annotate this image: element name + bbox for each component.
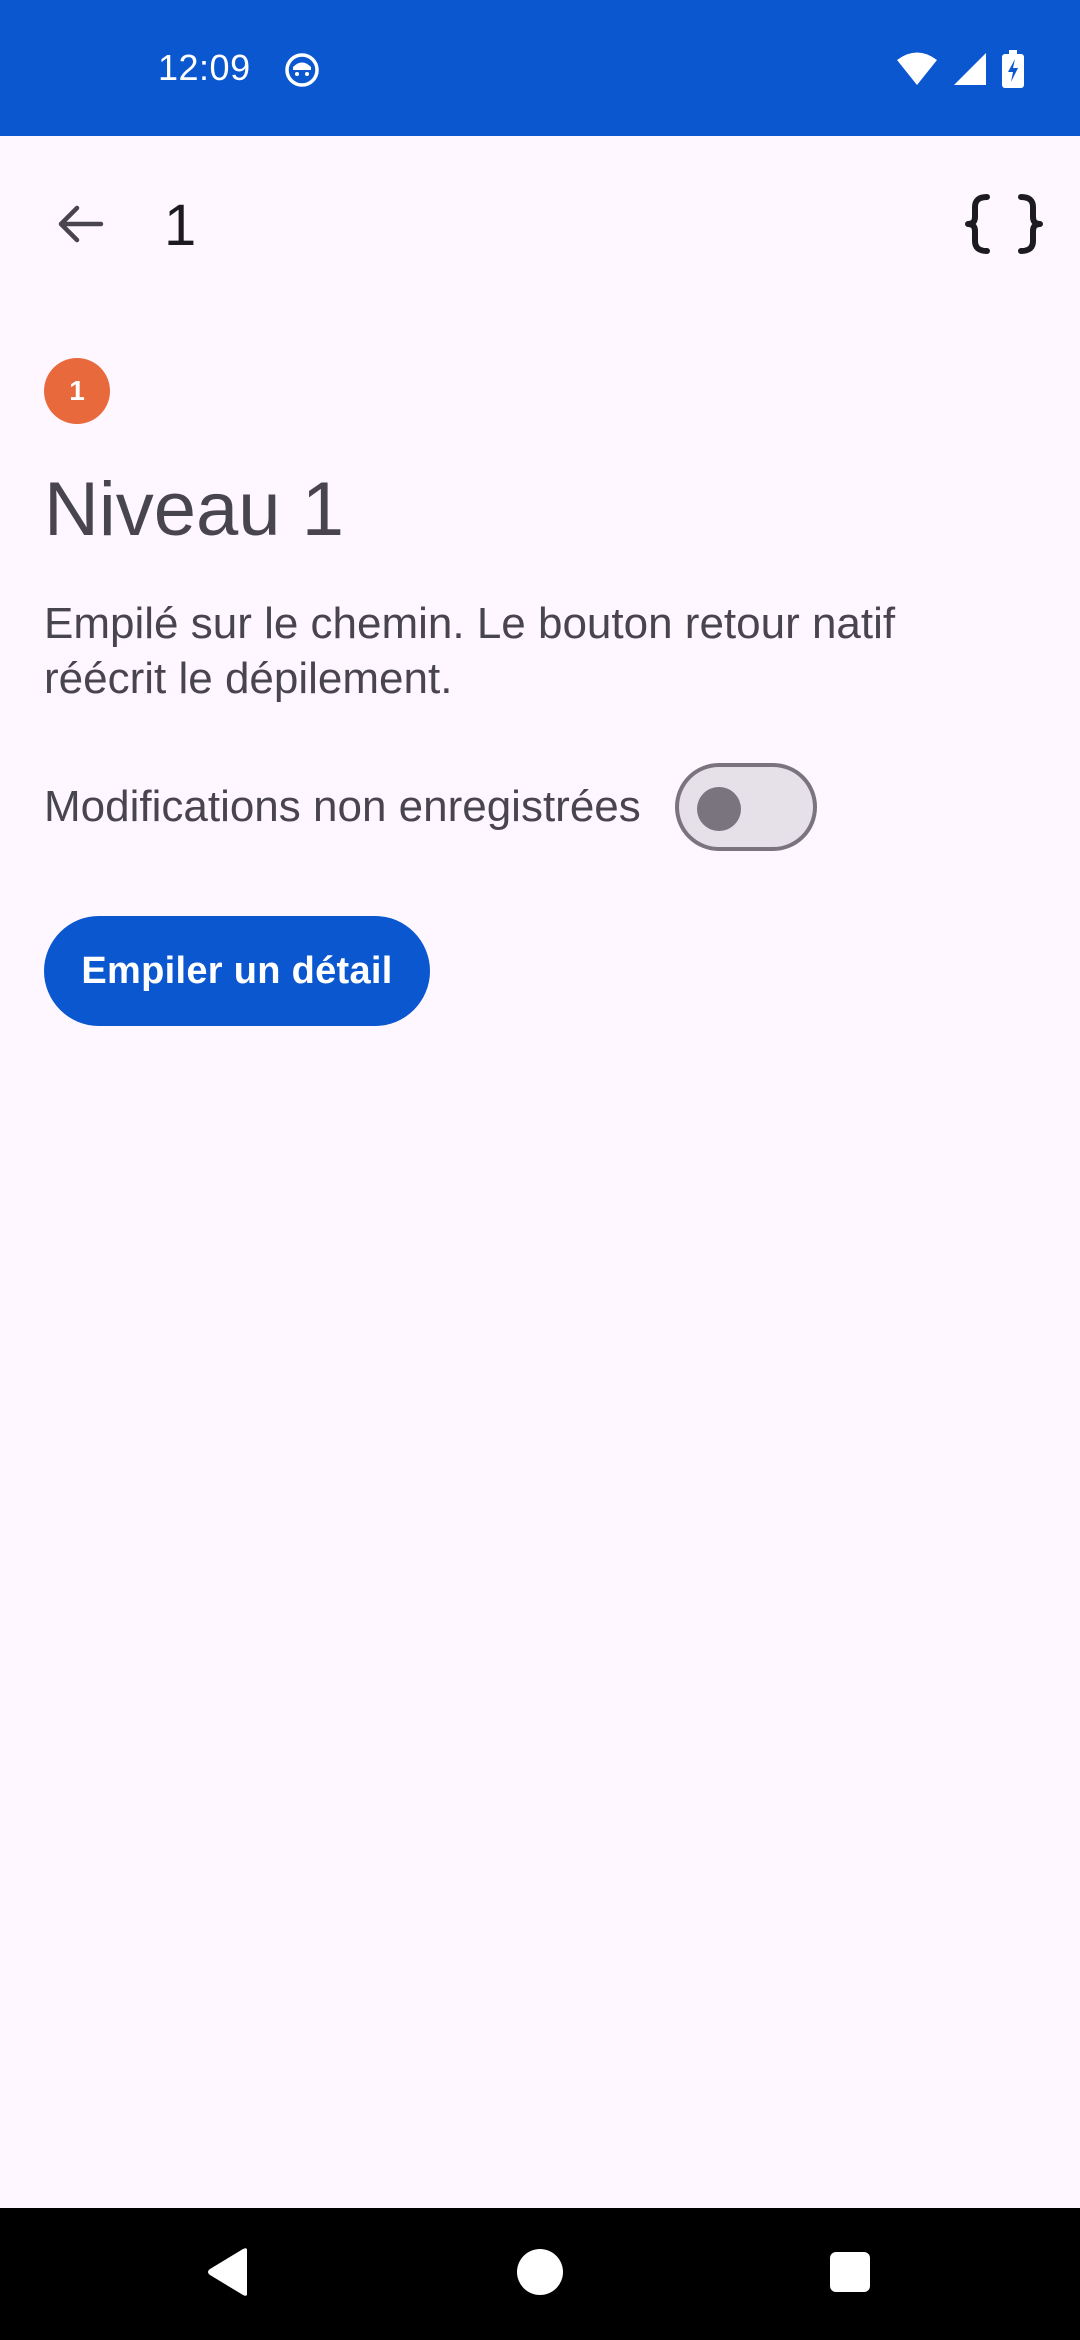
app-notification-icon xyxy=(284,52,320,88)
system-navigation-bar xyxy=(0,2208,1080,2340)
page-title: Niveau 1 xyxy=(44,467,344,552)
cell-signal-icon xyxy=(952,51,988,92)
nav-home-button[interactable] xyxy=(490,2224,590,2324)
push-detail-button[interactable]: Empiler un détail xyxy=(44,916,430,1026)
wifi-icon xyxy=(896,51,938,92)
unsaved-changes-label: Modifications non enregistrées xyxy=(44,782,641,831)
top-bar-title: 1 xyxy=(164,193,197,258)
home-circle-icon xyxy=(516,2248,564,2301)
recents-square-icon xyxy=(829,2251,871,2298)
status-time: 12:09 xyxy=(158,47,251,88)
status-icons xyxy=(896,50,1024,93)
switch-thumb xyxy=(696,787,741,831)
unsaved-changes-switch[interactable] xyxy=(674,763,817,851)
code-view-button[interactable] xyxy=(956,178,1052,274)
status-bar: 12:09 xyxy=(0,0,1080,136)
back-triangle-icon xyxy=(205,2247,251,2302)
nav-recents-button[interactable] xyxy=(800,2224,900,2324)
page-description: Empilé sur le chemin. Le bouton retour n… xyxy=(44,599,896,703)
back-button[interactable] xyxy=(32,178,128,274)
unsaved-changes-row: Modifications non enregistrées xyxy=(44,762,817,852)
nav-back-button[interactable] xyxy=(178,2224,278,2324)
top-app-bar: 1 xyxy=(0,136,1080,316)
battery-charging-icon xyxy=(1002,50,1024,93)
level-badge: 1 xyxy=(44,358,110,424)
arrow-back-icon xyxy=(55,199,105,254)
code-braces-icon xyxy=(965,193,1043,260)
